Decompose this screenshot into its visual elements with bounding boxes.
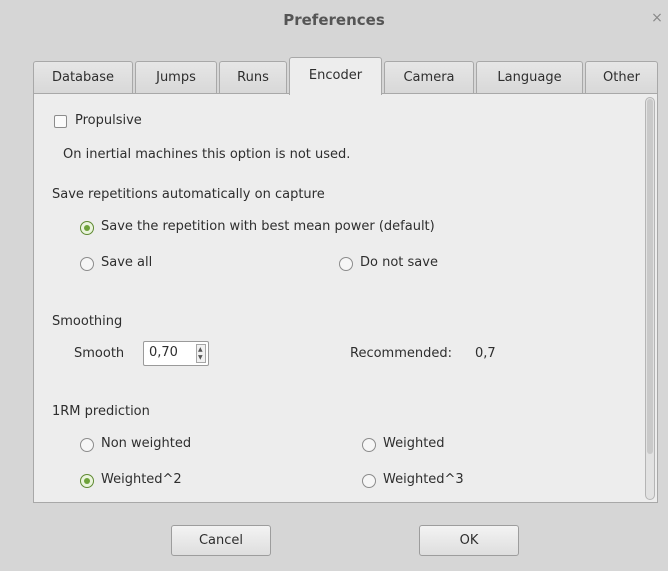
tab-jumps[interactable]: Jumps	[135, 61, 217, 93]
weighted-label[interactable]: Weighted	[383, 436, 445, 451]
non-weighted-radio[interactable]	[80, 438, 94, 452]
tab-encoder-label: Encoder	[308, 68, 363, 83]
propulsive-checkbox[interactable]	[54, 115, 67, 128]
spin-down-icon[interactable]: ▼	[198, 355, 203, 361]
tab-runs[interactable]: Runs	[219, 61, 287, 93]
tab-language-label: Language	[497, 70, 562, 85]
scrollbar-thumb[interactable]	[647, 99, 653, 454]
save-all-label[interactable]: Save all	[101, 255, 152, 270]
tab-camera-label: Camera	[403, 70, 455, 85]
recommended-value: 0,7	[475, 346, 496, 361]
weighted-3-radio[interactable]	[362, 474, 376, 488]
smooth-label: Smooth	[74, 346, 125, 361]
tab-other-label: Other	[603, 70, 640, 85]
ok-button-label: OK	[459, 533, 479, 548]
ok-button[interactable]: OK	[419, 525, 519, 556]
window-title: Preferences	[283, 11, 385, 29]
spin-buttons[interactable]: ▲ ▼	[196, 344, 206, 363]
spin-up-icon[interactable]: ▲	[198, 347, 203, 353]
weighted-radio[interactable]	[362, 438, 376, 452]
tab-language[interactable]: Language	[476, 61, 583, 93]
save-best-label[interactable]: Save the repetition with best mean power…	[101, 219, 435, 234]
tab-database[interactable]: Database	[33, 61, 133, 93]
cancel-button[interactable]: Cancel	[171, 525, 271, 556]
cancel-button-label: Cancel	[198, 533, 244, 548]
recommended-label: Recommended:	[350, 346, 452, 361]
tab-jumps-label: Jumps	[156, 70, 196, 85]
propulsive-label[interactable]: Propulsive	[75, 113, 142, 128]
prediction-section-label: 1RM prediction	[52, 404, 150, 419]
save-section-label: Save repetitions automatically on captur…	[52, 187, 325, 202]
scrollbar[interactable]	[645, 97, 655, 500]
do-not-save-radio[interactable]	[339, 257, 353, 271]
weighted-2-label[interactable]: Weighted^2	[101, 472, 182, 487]
save-best-radio[interactable]	[80, 221, 94, 235]
non-weighted-label[interactable]: Non weighted	[101, 436, 191, 451]
tab-camera[interactable]: Camera	[384, 61, 474, 93]
smooth-spinbutton[interactable]: 0,70 ▲ ▼	[143, 341, 209, 366]
smooth-value[interactable]: 0,70	[149, 345, 178, 360]
save-all-radio[interactable]	[80, 257, 94, 271]
tab-encoder[interactable]: Encoder	[289, 57, 382, 95]
smoothing-section-label: Smoothing	[52, 314, 123, 329]
title-bar: Preferences ×	[0, 0, 668, 42]
tab-other[interactable]: Other	[585, 61, 658, 93]
tab-runs-label: Runs	[237, 70, 269, 85]
inertial-note: On inertial machines this option is not …	[63, 147, 351, 162]
close-icon[interactable]: ×	[650, 10, 664, 26]
tab-database-label: Database	[51, 70, 115, 85]
weighted-3-label[interactable]: Weighted^3	[383, 472, 464, 487]
do-not-save-label[interactable]: Do not save	[360, 255, 438, 270]
weighted-2-radio[interactable]	[80, 474, 94, 488]
